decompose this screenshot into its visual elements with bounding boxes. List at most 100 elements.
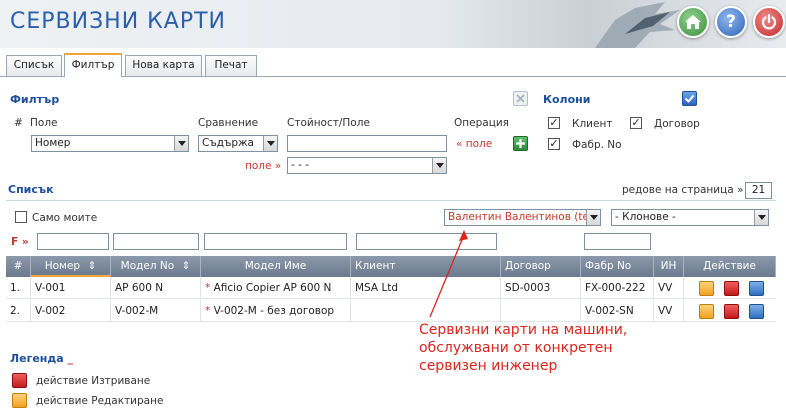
header-serial[interactable]: Фабр No: [581, 256, 654, 277]
columns-apply-button[interactable]: [682, 91, 697, 106]
legend-edit-label: действие Редактиране: [36, 395, 164, 407]
row-in: VV: [654, 300, 684, 322]
chevron-down-icon: [586, 210, 600, 225]
column-contract-checkbox[interactable]: ✓: [630, 117, 642, 129]
add-filter-button[interactable]: [513, 136, 528, 151]
check-icon: [684, 94, 695, 103]
filter-field-value: Номер: [35, 137, 71, 149]
annotation-line-2: обслужвани от конкретен: [419, 340, 613, 356]
chevron-down-icon: [432, 158, 446, 173]
tab-print[interactable]: Печат: [205, 55, 257, 76]
header-contract[interactable]: Договор: [501, 256, 581, 277]
help-icon: ?: [726, 12, 736, 32]
delete-icon[interactable]: [724, 281, 739, 296]
filter-field-select[interactable]: Номер: [31, 135, 189, 152]
filter-col-value: Стойност/Поле: [287, 117, 370, 129]
header-in[interactable]: ИН: [654, 256, 684, 277]
tab-filter[interactable]: Филтър: [64, 53, 122, 77]
column-serial-checkbox[interactable]: ✓: [548, 138, 560, 150]
branches-select-value: - Клонове -: [615, 211, 676, 223]
row-serial: FX-000-222: [581, 277, 654, 299]
home-button[interactable]: [677, 6, 709, 38]
filter-compare-select[interactable]: Съдържа: [198, 135, 278, 152]
annotation-line-1: Сервизни карти на машини,: [419, 322, 628, 338]
delete-icon: [12, 373, 27, 388]
row-number[interactable]: V-002: [31, 300, 111, 322]
edit-icon[interactable]: [699, 281, 714, 296]
delete-icon[interactable]: [724, 304, 739, 319]
table-row: 1. V-001 AP 600 N * Aficio Copier AP 600…: [6, 277, 776, 299]
columns-section-title: Колони: [543, 93, 591, 106]
legend-title: Легенда _: [10, 352, 73, 365]
col-filter-number[interactable]: [37, 233, 109, 250]
plus-icon: [516, 139, 525, 148]
header-number[interactable]: Номер ⇕: [31, 256, 111, 277]
tab-new-card[interactable]: Нова карта: [125, 55, 202, 76]
required-marker-icon: *: [205, 305, 214, 317]
engineer-select-value: Валентин Валентинов (test: [448, 211, 599, 223]
col-filter-model-name[interactable]: [204, 233, 347, 250]
chevron-down-icon: [754, 210, 768, 225]
col-filter-serial[interactable]: [584, 233, 651, 250]
header-number-label: Номер: [44, 260, 81, 272]
filter-value-input[interactable]: [287, 135, 447, 152]
only-mine-label: Само моите: [32, 212, 98, 224]
legend-title-text: Легенда: [10, 352, 64, 365]
annotation-arrow-icon: [429, 230, 468, 318]
chevron-down-icon: [263, 136, 277, 151]
header-model-no[interactable]: Модел No ⇕: [111, 256, 201, 277]
help-button[interactable]: ?: [715, 6, 747, 38]
rows-per-page-input[interactable]: 21: [745, 182, 772, 199]
row-serial: V-002-SN: [581, 300, 654, 322]
field-link[interactable]: поле »: [245, 160, 281, 172]
only-mine-checkbox[interactable]: [15, 211, 27, 223]
calculator-icon[interactable]: [749, 281, 764, 296]
column-serial-label: Фабр. No: [572, 139, 622, 151]
rows-per-page-label: редове на страница »: [622, 184, 743, 196]
filter-section-title: Филтър: [10, 93, 60, 106]
tab-bar: Списък Филтър Нова карта Печат: [0, 53, 786, 77]
divider: [6, 200, 776, 201]
edit-icon[interactable]: [699, 304, 714, 319]
row-model-name-text: Aficio Copier AP 600 N: [213, 282, 332, 294]
edit-icon: [12, 393, 27, 408]
legend-delete-label: действие Изтриване: [36, 375, 151, 387]
close-icon: [516, 94, 525, 103]
column-client-label: Клиент: [572, 118, 613, 130]
row-num: 1.: [6, 277, 31, 299]
bird-logo-icon: [595, 2, 680, 48]
sort-icon: ⇕: [87, 260, 97, 272]
home-icon: [685, 15, 701, 29]
header-hash: #: [6, 256, 31, 277]
annotation-note: Сервизни карти на машини, обслужвани от …: [419, 321, 627, 375]
branches-select[interactable]: - Клонове -: [611, 209, 769, 226]
annotation-line-3: сервизен инженер: [419, 358, 558, 374]
row-model-name: * V-002-M - без договор: [201, 300, 351, 322]
col-filter-model-no[interactable]: [113, 233, 199, 250]
row-contract: [501, 300, 581, 322]
column-contract-label: Договор: [654, 118, 700, 130]
row-model-no: AP 600 N: [111, 277, 201, 299]
power-icon: [761, 13, 777, 30]
filter-col-operation: Операция: [454, 117, 509, 129]
chevron-down-icon: [174, 136, 188, 151]
tab-list[interactable]: Списък: [6, 55, 62, 76]
filter-field-compare-value: - - -: [291, 159, 310, 171]
add-field-link[interactable]: « поле: [456, 138, 492, 150]
engineer-select[interactable]: Валентин Валентинов (test: [444, 209, 601, 226]
exit-button[interactable]: [753, 6, 785, 38]
row-number[interactable]: V-001: [31, 277, 111, 299]
calculator-icon[interactable]: [749, 304, 764, 319]
filter-field-compare-select[interactable]: - - -: [287, 157, 447, 174]
row-model-name-text: V-002-M - без договор: [213, 305, 335, 317]
legend-underscore: _: [63, 352, 74, 365]
row-contract: SD-0003: [501, 277, 581, 299]
header-model-name[interactable]: Модел Име: [201, 256, 351, 277]
clear-filter-button[interactable]: [513, 91, 528, 106]
sort-icon: ⇕: [181, 260, 191, 272]
app-header: СЕРВИЗНИ КАРТИ ?: [0, 0, 786, 48]
row-model-name: * Aficio Copier AP 600 N: [201, 277, 351, 299]
row-num: 2.: [6, 300, 31, 322]
list-section-title: Списък: [8, 183, 54, 196]
column-client-checkbox[interactable]: ✓: [548, 117, 560, 129]
